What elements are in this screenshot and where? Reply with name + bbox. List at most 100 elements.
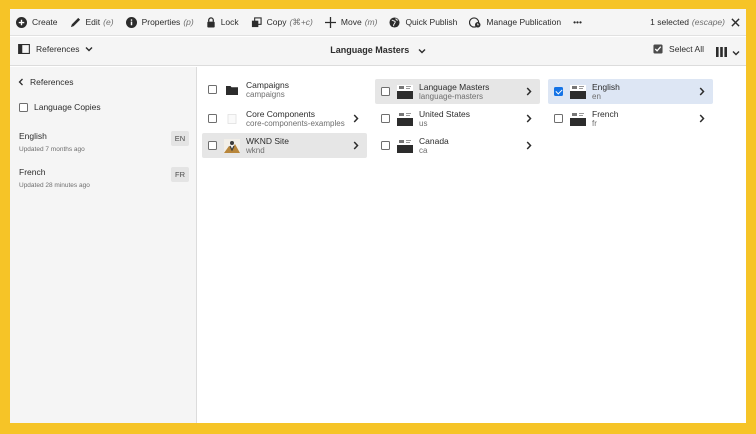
manage-publication-label: Manage Publication	[486, 17, 562, 27]
item-title: United States	[419, 108, 471, 119]
language-copies-filter[interactable]: Language Copies	[19, 102, 101, 112]
item-name: campaigns	[246, 89, 285, 99]
list-item[interactable]: United States us	[375, 106, 540, 131]
chevron-right-icon	[353, 114, 359, 123]
edit-label: Edit	[85, 17, 101, 27]
move-icon	[324, 16, 336, 28]
list-item[interactable]: Campaigns campaigns	[202, 77, 367, 102]
item-checkbox[interactable]	[208, 141, 217, 150]
language-copy-item[interactable]: French Updated 28 minutes ago FR	[19, 167, 189, 207]
action-bar: Create Edit (e) Properties (p) Lock Copy…	[10, 9, 746, 36]
item-name: core-components-examples	[246, 118, 345, 128]
lock-icon	[206, 16, 216, 28]
title-bar: References Language Masters Select All	[10, 37, 746, 66]
item-name: fr	[592, 118, 597, 128]
page-title[interactable]: Language Masters	[10, 45, 746, 56]
selection-info: 1 selected (escape)	[650, 17, 740, 27]
column-1: Campaigns campaigns Core Components core…	[202, 67, 374, 423]
site-thumbnail-icon	[224, 138, 240, 153]
language-code-badge: FR	[171, 167, 189, 182]
language-updated: Updated 7 months ago	[19, 146, 85, 153]
move-shortcut: (m)	[364, 17, 378, 27]
chevron-left-icon	[18, 78, 24, 86]
item-name: en	[592, 91, 601, 101]
item-title: English	[592, 81, 620, 92]
chevron-right-icon	[526, 87, 532, 96]
more-actions-button[interactable]: •••	[573, 9, 582, 35]
chevron-right-icon	[699, 87, 705, 96]
page-thumbnail-icon	[570, 111, 586, 126]
properties-shortcut: (p)	[183, 17, 194, 27]
create-button[interactable]: Create	[16, 9, 58, 35]
view-switcher[interactable]	[716, 44, 740, 62]
item-name: wknd	[246, 145, 265, 155]
item-checkbox[interactable]	[381, 114, 390, 123]
item-title: Core Components	[246, 108, 315, 119]
list-item[interactable]: Canada ca	[375, 133, 540, 158]
info-icon	[125, 16, 137, 28]
more-label: •••	[573, 17, 583, 27]
selected-count: 1 selected	[650, 17, 689, 27]
chevron-down-icon	[732, 50, 740, 56]
references-back-label: References	[30, 77, 74, 87]
lock-label: Lock	[220, 17, 239, 27]
language-updated: Updated 28 minutes ago	[19, 182, 90, 189]
list-item[interactable]: Language Masters language-masters	[375, 79, 540, 104]
list-item[interactable]: Core Components core-components-examples	[202, 106, 367, 131]
move-label: Move	[340, 17, 362, 27]
quick-publish-label: Quick Publish	[405, 17, 458, 27]
list-item[interactable]: French fr	[548, 106, 713, 131]
item-title: Canada	[419, 135, 449, 146]
column-2: Language Masters language-masters United…	[375, 67, 547, 423]
globe-clock-icon	[469, 16, 481, 28]
column-view-icon	[716, 44, 727, 62]
language-code-badge: EN	[171, 131, 189, 146]
item-title: Language Masters	[419, 81, 490, 92]
item-name: ca	[419, 145, 428, 155]
chevron-right-icon	[526, 114, 532, 123]
language-copies-label: Language Copies	[34, 102, 101, 112]
checkbox-checked-icon	[653, 44, 663, 54]
item-checkbox[interactable]	[208, 114, 217, 123]
quick-publish-button[interactable]: Quick Publish	[389, 9, 457, 35]
list-item[interactable]: English en	[548, 79, 713, 104]
item-checkbox[interactable]	[208, 85, 217, 94]
app-window: Create Edit (e) Properties (p) Lock Copy…	[10, 9, 746, 423]
item-checkbox[interactable]	[554, 87, 563, 96]
move-button[interactable]: Move (m)	[324, 9, 378, 35]
language-name: French	[19, 167, 46, 177]
chevron-down-icon	[418, 46, 426, 56]
globe-icon	[389, 16, 400, 28]
language-copy-item[interactable]: English Updated 7 months ago EN	[19, 131, 189, 171]
references-back-button[interactable]: References	[18, 77, 73, 87]
item-title: WKND Site	[246, 135, 289, 146]
manage-publication-button[interactable]: Manage Publication	[469, 9, 561, 35]
language-name: English	[19, 131, 47, 141]
page-thumbnail-icon	[397, 138, 413, 153]
page-thumbnail-icon	[397, 111, 413, 126]
copy-icon	[251, 16, 262, 28]
lock-button[interactable]: Lock	[206, 9, 239, 35]
plus-circle-icon	[16, 16, 27, 28]
copy-label: Copy	[266, 17, 287, 27]
pencil-icon	[70, 17, 81, 28]
properties-button[interactable]: Properties (p)	[125, 9, 194, 35]
item-title: Campaigns	[246, 79, 289, 90]
select-all-button[interactable]: Select All	[653, 44, 704, 54]
column-3: English en French fr	[548, 67, 720, 423]
page-thumbnail-icon	[570, 84, 586, 99]
properties-label: Properties	[141, 17, 181, 27]
item-checkbox[interactable]	[554, 114, 563, 123]
chevron-right-icon	[699, 114, 705, 123]
close-icon[interactable]	[731, 17, 740, 27]
edit-button[interactable]: Edit (e)	[70, 9, 114, 35]
language-copies-checkbox[interactable]	[19, 102, 28, 112]
item-name: us	[419, 118, 428, 128]
copy-button[interactable]: Copy (⌘+c)	[251, 9, 313, 35]
item-name: language-masters	[419, 91, 484, 101]
list-item[interactable]: WKND Site wknd	[202, 133, 367, 158]
escape-shortcut: (escape)	[691, 17, 725, 27]
item-checkbox[interactable]	[381, 87, 390, 96]
item-checkbox[interactable]	[381, 141, 390, 150]
select-all-label: Select All	[669, 44, 704, 54]
